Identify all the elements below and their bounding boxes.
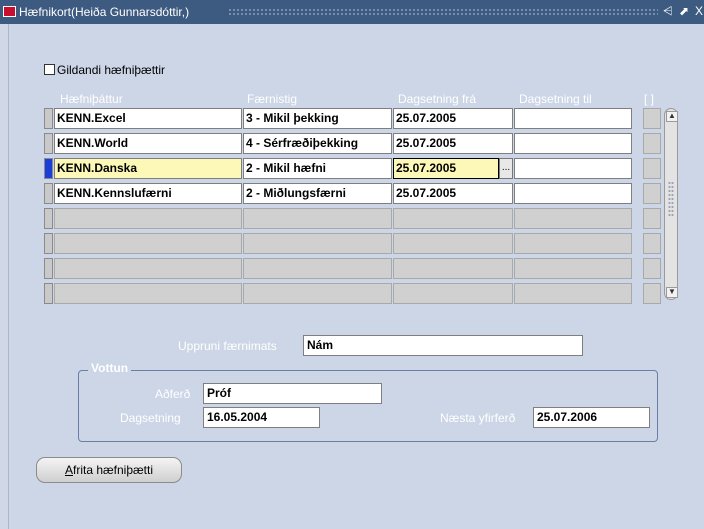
- current-record-indicator[interactable]: [44, 158, 53, 179]
- date-to-cell[interactable]: [514, 258, 632, 279]
- record-selector[interactable]: [44, 108, 53, 129]
- scroll-up-icon[interactable]: ▲: [666, 111, 678, 122]
- row-extra-cell[interactable]: [643, 283, 661, 304]
- record-selector[interactable]: [44, 208, 53, 229]
- title-bar-texture: [228, 8, 658, 16]
- row-extra-cell[interactable]: [643, 258, 661, 279]
- record-selector[interactable]: [44, 133, 53, 154]
- calendar-list-button[interactable]: ...: [499, 158, 513, 179]
- competence-cell[interactable]: [54, 233, 242, 254]
- oracle-app-icon: [3, 6, 16, 17]
- method-field[interactable]: Próf: [203, 383, 382, 404]
- record-selector[interactable]: [44, 233, 53, 254]
- level-cell[interactable]: 2 - Miðlungsfærni: [243, 183, 392, 204]
- certification-group: [78, 370, 658, 442]
- header-folder-toggle[interactable]: [ ]: [644, 92, 654, 106]
- row-extra-cell[interactable]: [643, 233, 661, 254]
- level-cell[interactable]: [243, 283, 392, 304]
- row-extra-cell[interactable]: [643, 208, 661, 229]
- date-label: Dagsetning: [120, 411, 181, 425]
- level-cell[interactable]: 4 - Sérfræðiþekking: [243, 133, 392, 154]
- competence-cell[interactable]: KENN.Kennslufærni: [54, 183, 242, 204]
- date-from-cell[interactable]: [393, 233, 513, 254]
- table-scrollbar[interactable]: ▲ ▼: [664, 108, 678, 300]
- level-cell[interactable]: [243, 233, 392, 254]
- competence-cell[interactable]: [54, 283, 242, 304]
- maximize-icon[interactable]: ⬈: [679, 4, 689, 18]
- title-bar[interactable]: Hæfnikort(Heiða Gunnarsdóttir,) ⩤ ⬈ X: [0, 0, 704, 24]
- level-cell[interactable]: 3 - Mikil þekking: [243, 108, 392, 129]
- row-extra-cell[interactable]: [643, 183, 661, 204]
- source-label: Uppruni færnimats: [178, 339, 277, 353]
- current-competencies-label: Gildandi hæfniþættir: [57, 63, 166, 77]
- date-from-cell[interactable]: [393, 208, 513, 229]
- competence-cell[interactable]: [54, 258, 242, 279]
- date-to-cell[interactable]: [514, 108, 632, 129]
- date-to-cell[interactable]: [514, 283, 632, 304]
- copy-competencies-label: frita hæfniþætti: [72, 463, 154, 477]
- date-to-cell[interactable]: [514, 233, 632, 254]
- level-cell[interactable]: 2 - Mikil hæfni: [243, 158, 392, 179]
- row-extra-cell[interactable]: [643, 133, 661, 154]
- date-from-cell[interactable]: 25.07.2005: [393, 133, 513, 154]
- record-selector[interactable]: [44, 283, 53, 304]
- record-selector[interactable]: [44, 258, 53, 279]
- source-field[interactable]: Nám: [303, 335, 583, 356]
- mnemonic-letter: A: [64, 463, 73, 477]
- app-window: Hæfnikort(Heiða Gunnarsdóttir,) ⩤ ⬈ X Gi…: [0, 0, 704, 529]
- next-review-label: Næsta yfirferð: [440, 411, 516, 425]
- date-from-cell[interactable]: [393, 283, 513, 304]
- date-from-cell[interactable]: 25.07.2005: [393, 183, 513, 204]
- date-to-cell[interactable]: [514, 208, 632, 229]
- current-competencies-checkbox[interactable]: [44, 64, 55, 75]
- competence-cell[interactable]: KENN.Excel: [54, 108, 242, 129]
- header-competence: Hæfniþáttur: [60, 92, 123, 106]
- row-extra-cell[interactable]: [643, 158, 661, 179]
- next-review-field[interactable]: 25.07.2006: [533, 407, 650, 428]
- date-to-cell[interactable]: [514, 183, 632, 204]
- header-level: Færnistig: [247, 92, 298, 106]
- scroll-grip[interactable]: [668, 181, 674, 217]
- minimize-icon[interactable]: ⩤: [663, 4, 673, 19]
- date-field[interactable]: 16.05.2004: [203, 407, 320, 428]
- scroll-down-icon[interactable]: ▼: [666, 287, 678, 298]
- method-label: Aðferð: [155, 387, 191, 401]
- record-selector[interactable]: [44, 183, 53, 204]
- date-from-cell[interactable]: 25.07.2005: [393, 108, 513, 129]
- row-extra-cell[interactable]: [643, 108, 661, 129]
- competence-cell[interactable]: KENN.Danska: [54, 158, 242, 179]
- level-cell[interactable]: [243, 258, 392, 279]
- copy-competencies-button[interactable]: Afrita hæfniþætti: [36, 457, 182, 483]
- competence-cell[interactable]: [54, 208, 242, 229]
- competence-cell[interactable]: KENN.World: [54, 133, 242, 154]
- date-from-cell[interactable]: 25.07.2005: [393, 158, 499, 179]
- date-from-cell[interactable]: [393, 258, 513, 279]
- level-cell[interactable]: [243, 208, 392, 229]
- header-date-to: Dagsetning til: [519, 92, 592, 106]
- date-to-cell[interactable]: [514, 133, 632, 154]
- date-to-cell[interactable]: [514, 158, 632, 179]
- header-date-from: Dagsetning frá: [398, 92, 477, 106]
- window-title: Hæfnikort(Heiða Gunnarsdóttir,): [19, 5, 190, 19]
- certification-title: Vottun: [88, 361, 132, 375]
- close-icon[interactable]: X: [695, 4, 703, 18]
